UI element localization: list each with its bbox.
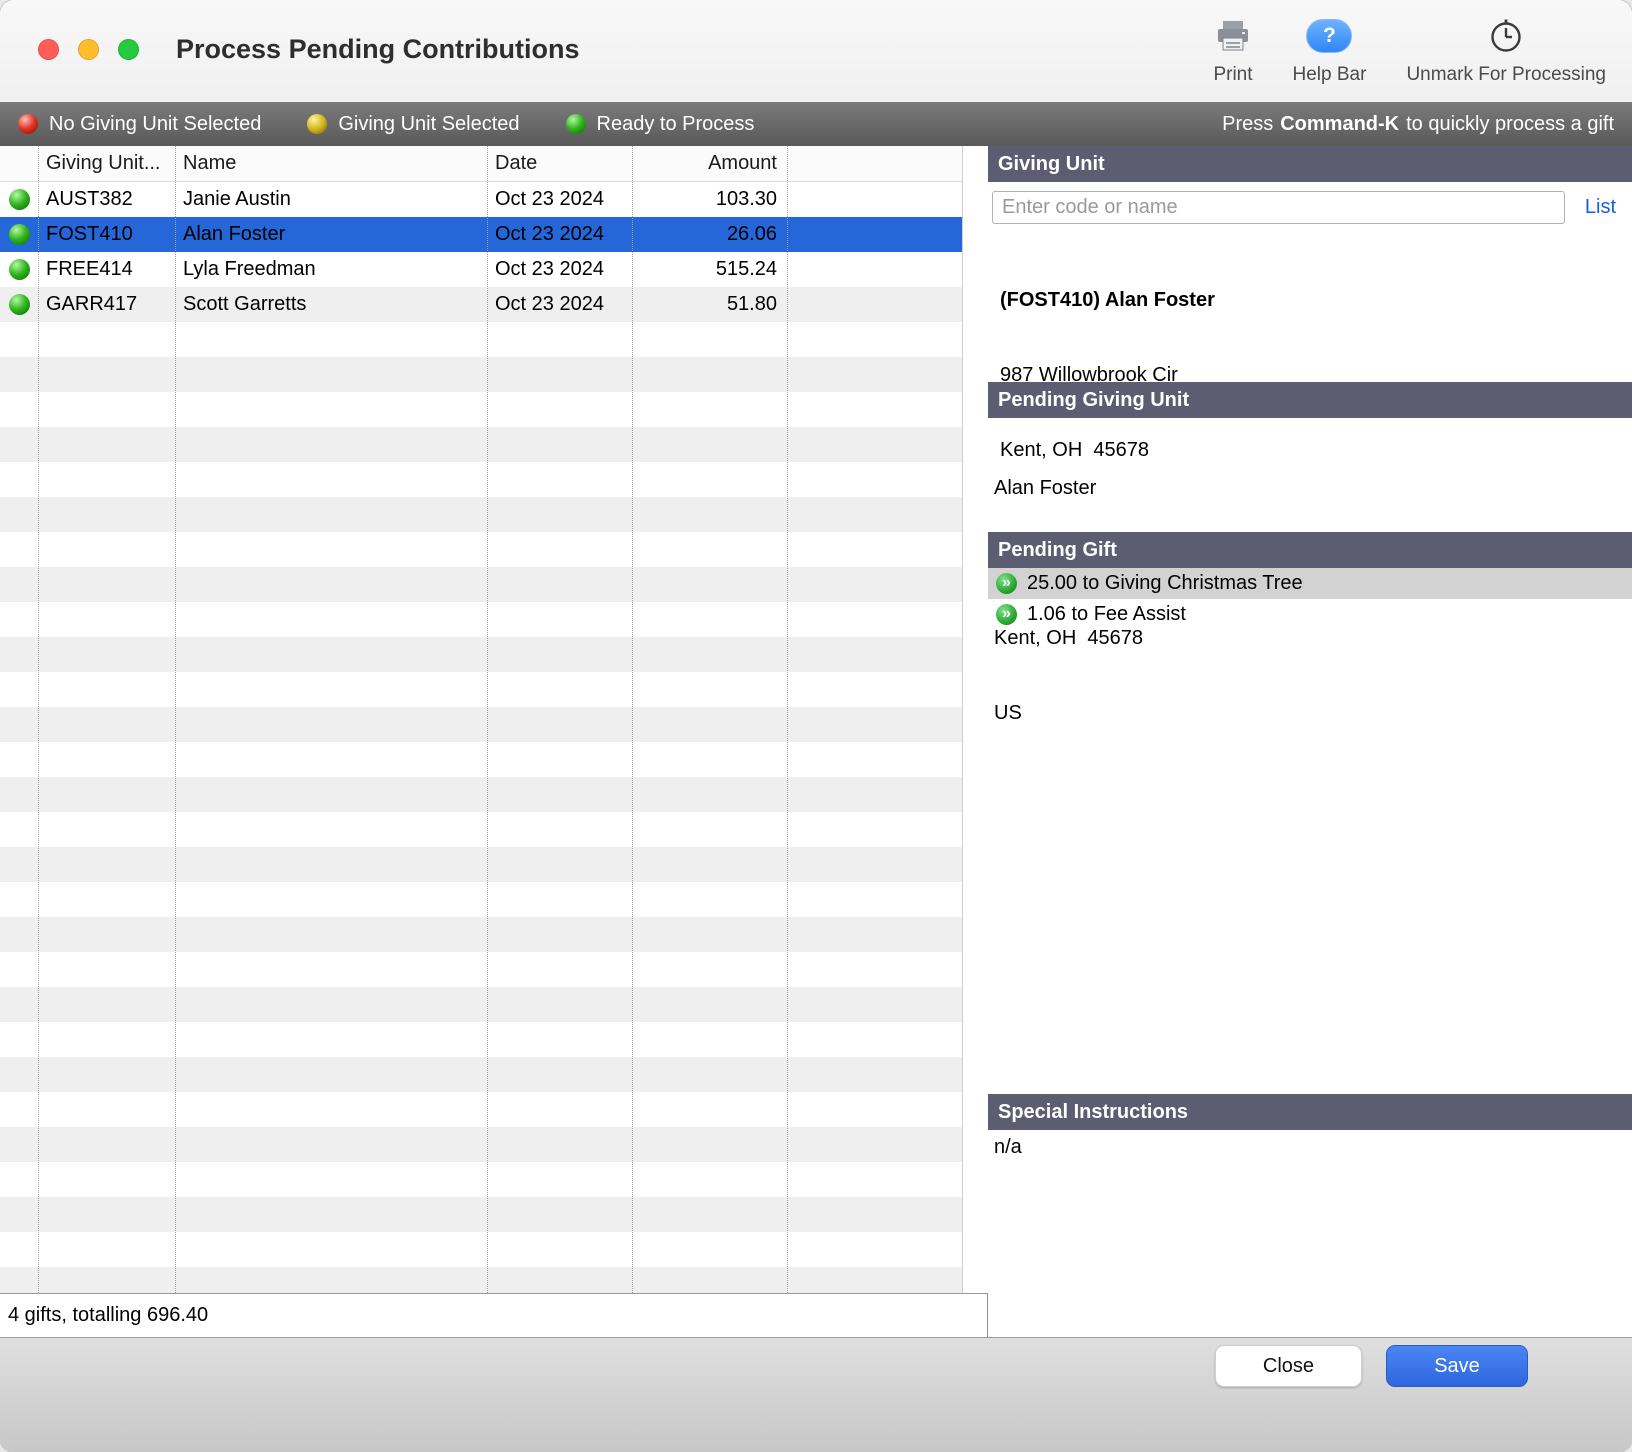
traffic-lights (38, 39, 139, 60)
toolbar: Print ? Help Bar Unmark For Processi (1213, 16, 1606, 86)
table-row[interactable]: FREE414 Lyla Freedman Oct 23 2024 515.24 (0, 252, 962, 287)
table-wrap: Giving Unit... Name Date Amount AUST382 … (0, 146, 987, 1293)
legend-label-green: Ready to Process (597, 113, 755, 136)
row-name: Scott Garretts (175, 293, 487, 316)
giving-unit-search-row: List (988, 182, 1632, 232)
special-instructions-value: n/a (988, 1130, 1632, 1170)
printer-icon (1216, 16, 1250, 56)
hint-suffix: to quickly process a gift (1406, 113, 1614, 135)
legend-giving-unit-selected: Giving Unit Selected (307, 113, 519, 136)
hint-prefix: Press (1222, 113, 1273, 135)
ready-status-icon (9, 189, 30, 210)
legend-bar: No Giving Unit Selected Giving Unit Sele… (0, 102, 1632, 146)
legend-no-giving-unit: No Giving Unit Selected (18, 113, 261, 136)
contributions-pane: Giving Unit... Name Date Amount AUST382 … (0, 146, 988, 1337)
green-status-icon (566, 114, 586, 134)
unmark-for-processing-button[interactable]: Unmark For Processing (1406, 16, 1606, 86)
pending-gift-header: Pending Gift (988, 532, 1632, 568)
table-body: AUST382 Janie Austin Oct 23 2024 103.30 … (0, 182, 962, 1293)
title-bar: Process Pending Contributions Print (0, 0, 1632, 102)
gifts-total-status: 4 gifts, totalling 696.40 (0, 1293, 987, 1337)
pending-giving-unit-header: Pending Giving Unit (988, 382, 1632, 418)
legend-ready-to-process: Ready to Process (566, 113, 755, 136)
bottom-bar: Close Save (0, 1337, 1632, 1452)
panel-spacer (988, 630, 1632, 1094)
special-instructions-header: Special Instructions (988, 1094, 1632, 1130)
print-button[interactable]: Print (1213, 16, 1252, 86)
pgu-name: Alan Foster (994, 476, 1632, 501)
window-title: Process Pending Contributions (176, 34, 580, 65)
list-link[interactable]: List (1585, 196, 1616, 219)
row-name: Janie Austin (175, 188, 487, 211)
row-code: FREE414 (38, 258, 175, 281)
scrollbar-gutter[interactable] (962, 146, 988, 1293)
hint-key: Command-K (1280, 113, 1399, 135)
contributions-table: Giving Unit... Name Date Amount AUST382 … (0, 146, 962, 1293)
detail-panel: Giving Unit List (FOST410) Alan Foster 9… (988, 146, 1632, 1337)
legend-label-yellow: Giving Unit Selected (338, 113, 519, 136)
ready-status-icon (9, 259, 30, 280)
column-header-amount[interactable]: Amount (632, 152, 787, 175)
clock-icon (1488, 16, 1524, 56)
help-bar-button[interactable]: ? Help Bar (1293, 16, 1367, 86)
app-window: Process Pending Contributions Print (0, 0, 1632, 1452)
giving-unit-title: (FOST410) Alan Foster (1000, 288, 1632, 313)
table-header-row: Giving Unit... Name Date Amount (0, 146, 962, 182)
row-amount: 26.06 (632, 223, 787, 246)
row-code: AUST382 (38, 188, 175, 211)
save-button[interactable]: Save (1386, 1345, 1528, 1387)
row-date: Oct 23 2024 (487, 293, 632, 316)
row-amount: 103.30 (632, 188, 787, 211)
close-button[interactable]: Close (1215, 1345, 1362, 1387)
row-amount: 515.24 (632, 258, 787, 281)
gift-label: 25.00 to Giving Christmas Tree (1027, 572, 1303, 595)
print-label: Print (1213, 64, 1252, 86)
red-status-icon (18, 114, 38, 134)
main-content: Giving Unit... Name Date Amount AUST382 … (0, 146, 1632, 1337)
ready-status-icon (9, 294, 30, 315)
panel-tail (988, 1170, 1632, 1337)
ready-status-icon (9, 224, 30, 245)
giving-unit-address: (FOST410) Alan Foster 987 Willowbrook Ci… (988, 232, 1632, 382)
row-code: GARR417 (38, 293, 175, 316)
help-bar-label: Help Bar (1293, 64, 1367, 86)
gift-arrow-icon: » (996, 573, 1017, 594)
close-window-button[interactable] (38, 39, 59, 60)
zoom-window-button[interactable] (118, 39, 139, 60)
giving-unit-header: Giving Unit (988, 146, 1632, 182)
column-header-date[interactable]: Date (487, 152, 632, 175)
pending-gift-item[interactable]: » 25.00 to Giving Christmas Tree (988, 568, 1632, 599)
pending-gift-item[interactable]: » 1.06 to Fee Assist (988, 599, 1632, 630)
pending-giving-unit-address: Alan Foster 987 Willowbrook Cir Kent, OH… (988, 418, 1632, 532)
row-date: Oct 23 2024 (487, 223, 632, 246)
row-amount: 51.80 (632, 293, 787, 316)
minimize-window-button[interactable] (78, 39, 99, 60)
row-name: Alan Foster (175, 223, 487, 246)
table-row[interactable]: AUST382 Janie Austin Oct 23 2024 103.30 (0, 182, 962, 217)
legend-label-red: No Giving Unit Selected (49, 113, 261, 136)
row-date: Oct 23 2024 (487, 188, 632, 211)
shortcut-hint: Press Command-K to quickly process a gift (1222, 113, 1614, 136)
row-name: Lyla Freedman (175, 258, 487, 281)
giving-unit-search-input[interactable] (992, 191, 1565, 224)
gift-arrow-icon: » (996, 604, 1017, 625)
gift-label: 1.06 to Fee Assist (1027, 603, 1186, 626)
pending-gift-list: » 25.00 to Giving Christmas Tree » 1.06 … (988, 568, 1632, 630)
table-row-selected[interactable]: FOST410 Alan Foster Oct 23 2024 26.06 (0, 217, 962, 252)
row-code: FOST410 (38, 223, 175, 246)
column-header-giving-unit[interactable]: Giving Unit... (38, 152, 175, 175)
yellow-status-icon (307, 114, 327, 134)
unmark-label: Unmark For Processing (1406, 64, 1606, 86)
table-row[interactable]: GARR417 Scott Garretts Oct 23 2024 51.80 (0, 287, 962, 322)
help-icon: ? (1306, 16, 1352, 56)
column-header-name[interactable]: Name (175, 152, 487, 175)
row-date: Oct 23 2024 (487, 258, 632, 281)
